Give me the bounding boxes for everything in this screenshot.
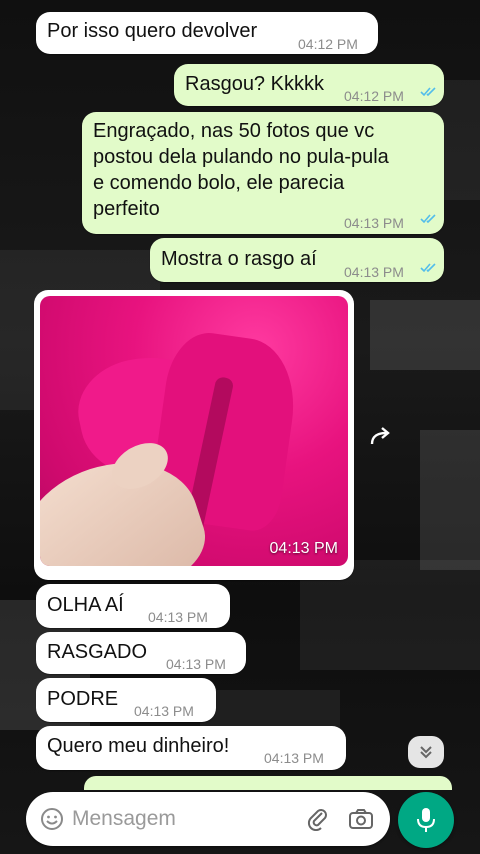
read-ticks-icon [420, 214, 436, 224]
message-composer[interactable]: Mensagem [26, 792, 390, 846]
message-bubble-incoming[interactable]: RASGADO 04:13 PM [36, 632, 246, 674]
message-bubble-outgoing[interactable]: Engraçado, nas 50 fotos que vc postou de… [82, 112, 444, 234]
message-text: RASGADO [47, 641, 148, 663]
message-text: Mostra o rasgo aí [161, 248, 317, 270]
message-text: OLHA AÍ [47, 594, 124, 616]
microphone-icon [417, 808, 435, 832]
message-time: 04:13 PM [344, 264, 404, 280]
message-text: Engraçado, nas 50 fotos que vc postou de… [93, 118, 433, 222]
message-time: 04:13 PM [264, 750, 324, 766]
message-line: Engraçado, nas 50 fotos que vc [93, 120, 375, 142]
message-bubble-incoming[interactable]: Por isso quero devolver 04:12 PM [36, 12, 378, 54]
message-time: 04:12 PM [298, 36, 358, 52]
message-input[interactable]: Mensagem [72, 807, 176, 831]
smiley-icon[interactable] [40, 807, 64, 831]
message-time: 04:13 PM [148, 609, 208, 625]
read-ticks-icon [420, 263, 436, 273]
voice-message-button[interactable] [398, 792, 454, 848]
paperclip-icon[interactable] [306, 807, 330, 831]
message-bubble-outgoing[interactable]: Rasgou? Kkkkk 04:12 PM [174, 64, 444, 106]
read-ticks-icon [420, 87, 436, 97]
message-time: 04:13 PM [344, 215, 404, 231]
image-time: 04:13 PM [269, 540, 338, 557]
message-bubble-incoming[interactable]: OLHA AÍ 04:13 PM [36, 584, 230, 628]
camera-icon[interactable] [348, 807, 374, 831]
torn-fabric-photo[interactable]: 04:13 PM [40, 296, 348, 566]
message-bubble-outgoing-partial [84, 776, 452, 790]
message-bubble-outgoing[interactable]: Mostra o rasgo aí 04:13 PM [150, 238, 444, 282]
double-chevron-down-icon [420, 746, 432, 759]
message-line: postou dela pulando no pula-pula [93, 146, 389, 168]
message-time: 04:13 PM [134, 703, 194, 719]
message-bubble-incoming[interactable]: Quero meu dinheiro! 04:13 PM [36, 726, 346, 770]
message-time: 04:12 PM [344, 88, 404, 104]
message-text: Quero meu dinheiro! [47, 735, 230, 757]
message-text: Por isso quero devolver [47, 20, 258, 42]
message-time: 04:13 PM [166, 656, 226, 672]
forward-arrow-icon[interactable] [366, 424, 400, 448]
scroll-to-bottom-button[interactable] [408, 736, 444, 768]
message-text: Rasgou? Kkkkk [185, 73, 324, 95]
image-message[interactable]: 04:13 PM [34, 290, 354, 580]
message-line: e comendo bolo, ele parecia [93, 172, 345, 194]
message-text: PODRE [47, 688, 119, 710]
message-bubble-incoming[interactable]: PODRE 04:13 PM [36, 678, 216, 722]
